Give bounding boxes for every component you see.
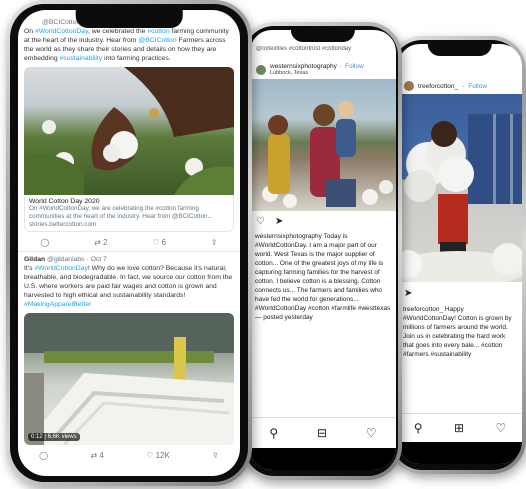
location[interactable]: Lubbock, Texas [270, 70, 364, 76]
share-icon[interactable]: ⇪ [212, 451, 219, 460]
send-icon[interactable]: ➤ [404, 288, 412, 299]
tweet-2[interactable]: Gildan @gildanlabs · Oct 7 It's #WorldCo… [18, 251, 240, 466]
tweet-author[interactable]: Gildan @gildanlabs · Oct 7 [18, 255, 240, 264]
post-caption: treeforcotton_ Happy #WorldCottonDay! Co… [403, 306, 512, 358]
like-icon: ♡ [146, 451, 154, 460]
hashtag-link[interactable]: #MakingApparelBetter [24, 301, 91, 308]
post-actions: ♡ ➤ [250, 211, 396, 232]
video-views-badge: 0:12 | 6.6K views [28, 433, 80, 441]
retweet-icon: ⇄ [94, 238, 101, 247]
phone-notch [75, 10, 183, 28]
post-header: treeforcotton_ · Follow [398, 78, 522, 94]
tweet-card-image[interactable] [24, 67, 234, 195]
like-button[interactable]: ♡ 12K [146, 451, 170, 460]
tweet-text: On #WorldCottonDay, we celebrated the #c… [24, 28, 229, 62]
heart-icon[interactable]: ♡ [495, 421, 506, 435]
author-handle[interactable]: @gildanlabs · Oct 7 [47, 256, 107, 263]
post-actions: ➤ [398, 282, 522, 305]
card-description: On #WorldCottonDay, we are celebrating t… [29, 205, 213, 220]
android-nav-bar [398, 442, 522, 464]
account-name[interactable]: westernsixphotography [270, 63, 337, 70]
phone-notch [290, 30, 356, 42]
card-url[interactable]: stories.bettercotton.com [29, 221, 229, 228]
cotton-factory-illustration [24, 313, 234, 445]
heart-icon[interactable]: ♡ [256, 216, 265, 227]
bottom-nav: ⚲ ⊟ ♡ [250, 417, 396, 448]
heart-icon[interactable]: ♡ [366, 426, 377, 440]
search-icon[interactable]: ⚲ [269, 426, 278, 440]
retweet-button[interactable]: ⇄ 2 [94, 238, 107, 247]
hands-picking-cotton-illustration [24, 67, 234, 195]
mention-link[interactable]: @BCICotton [138, 37, 176, 44]
phone-twitter-front: @BCICotton On #WorldCottonDay, we celebr… [6, 0, 252, 486]
author-name[interactable]: Gildan [24, 256, 45, 263]
top-handle-text: @oxtextiles #cottontrust #cottonday [256, 46, 352, 52]
phone-screen: @oxtextiles #cottontrust #cottonday west… [250, 30, 396, 470]
tweet-actions: ◯ ⇄ 2 ♡ 6 ⇪ [18, 232, 240, 251]
phone-instagram-right: treeforcotton_ · Follow ➤ treeforcotton_… [388, 36, 526, 474]
bottom-nav: ⚲ ⊞ ♡ [398, 413, 522, 442]
hashtag-link[interactable]: #WorldCottonDay [35, 28, 88, 35]
like-icon: ♡ [152, 238, 160, 247]
account-name[interactable]: treeforcotton_ [418, 83, 458, 90]
share-icon[interactable]: ⇪ [211, 238, 218, 247]
reply-icon[interactable]: ◯ [39, 451, 48, 460]
tweet-1[interactable]: @BCICotton On #WorldCottonDay, we celebr… [18, 18, 240, 251]
cotton-farmer-illustration [398, 114, 522, 282]
tweet-video[interactable]: 0:12 | 6.6K views [24, 313, 234, 445]
retweet-button[interactable]: ⇄ 4 [90, 451, 103, 460]
hashtag-link[interactable]: #cotton [147, 28, 169, 35]
post-caption: westernsixphotography Today is #WorldCot… [255, 233, 391, 321]
phone-screen: treeforcotton_ · Follow ➤ treeforcotton_… [398, 44, 522, 464]
phone-screen: @BCICotton On #WorldCottonDay, we celebr… [18, 10, 240, 476]
follow-button[interactable]: Follow [468, 83, 487, 90]
hashtag-link[interactable]: #WorldCottonDay [34, 265, 88, 272]
add-icon[interactable]: ⊞ [454, 421, 464, 435]
reply-icon[interactable]: ◯ [40, 238, 49, 247]
send-icon[interactable]: ➤ [275, 216, 283, 227]
phone-notch [427, 44, 493, 56]
tweet-text: It's #WorldCottonDay! Why do we love cot… [24, 265, 233, 308]
retweet-icon: ⇄ [90, 451, 98, 460]
android-nav-bar [250, 448, 396, 470]
tweet-actions: ◯ ⇄ 4 ♡ 12K ⇪ [18, 445, 240, 466]
add-icon[interactable]: ⊟ [317, 426, 327, 440]
family-cotton-field-illustration [262, 101, 393, 208]
follow-button[interactable]: Follow [345, 63, 364, 70]
post-image-family [250, 79, 396, 211]
post-image-cotton-bale [398, 94, 522, 282]
avatar[interactable] [404, 81, 414, 91]
search-icon[interactable]: ⚲ [414, 421, 423, 435]
avatar[interactable] [256, 64, 266, 75]
card-title: World Cotton Day 2020 [29, 198, 100, 205]
tweet-card-body[interactable]: World Cotton Day 2020 On #WorldCottonDay… [24, 195, 234, 232]
post-header: westernsixphotography · Follow Lubbock, … [250, 60, 396, 79]
phone-instagram-middle: @oxtextiles #cottontrust #cottonday west… [240, 22, 402, 480]
hashtag-link[interactable]: #sustainability [60, 55, 103, 62]
like-button[interactable]: ♡ 6 [152, 238, 166, 247]
